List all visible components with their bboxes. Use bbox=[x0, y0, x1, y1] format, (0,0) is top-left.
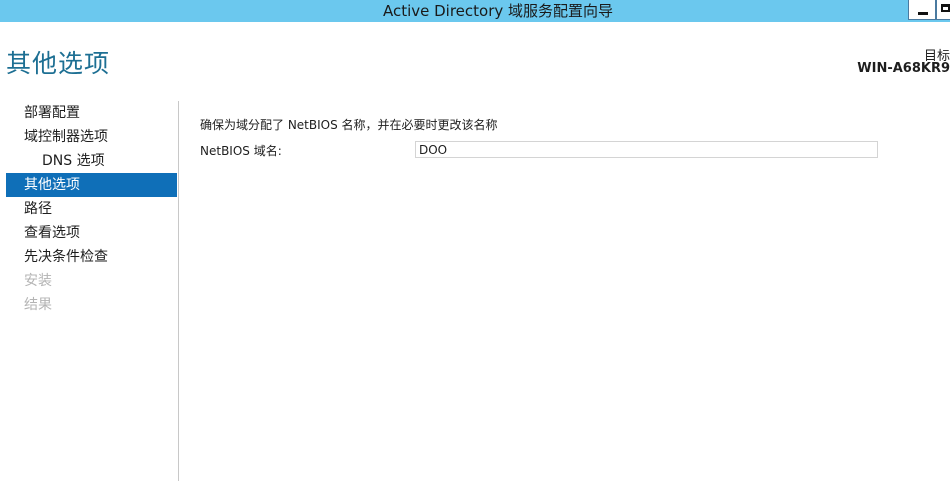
netbios-domain-label: NetBIOS 域名: bbox=[200, 144, 282, 158]
nav-item-review-options[interactable]: 查看选项 bbox=[6, 221, 177, 245]
nav-item-additional-options[interactable]: 其他选项 bbox=[6, 173, 177, 197]
title-bar: Active Directory 域服务配置向导 bbox=[0, 0, 950, 22]
nav-item-deployment-config[interactable]: 部署配置 bbox=[6, 101, 177, 125]
minimize-button[interactable] bbox=[908, 0, 936, 20]
nav-item-dc-options[interactable]: 域控制器选项 bbox=[6, 125, 177, 149]
sidebar-divider bbox=[178, 101, 179, 481]
nav-item-paths[interactable]: 路径 bbox=[6, 197, 177, 221]
target-server-name: WIN-A68KR9 bbox=[857, 61, 950, 76]
maximize-icon bbox=[941, 4, 950, 12]
nav-item-dns-options[interactable]: DNS 选项 bbox=[6, 149, 177, 173]
netbios-domain-input[interactable] bbox=[415, 141, 878, 158]
minimize-icon bbox=[918, 12, 928, 15]
maximize-button[interactable] bbox=[936, 0, 950, 20]
nav-item-installation: 安装 bbox=[24, 273, 52, 289]
page-title: 其他选项 bbox=[6, 49, 111, 78]
section-description: 确保为域分配了 NetBIOS 名称，并在必要时更改该名称 bbox=[200, 118, 498, 132]
nav-item-prerequisites-check[interactable]: 先决条件检查 bbox=[6, 245, 177, 269]
wizard-navigation: 部署配置 域控制器选项 DNS 选项 其他选项 路径 查看选项 先决条件检查 安… bbox=[6, 101, 177, 317]
window-title: Active Directory 域服务配置向导 bbox=[382, 2, 614, 20]
nav-item-results: 结果 bbox=[24, 297, 52, 313]
